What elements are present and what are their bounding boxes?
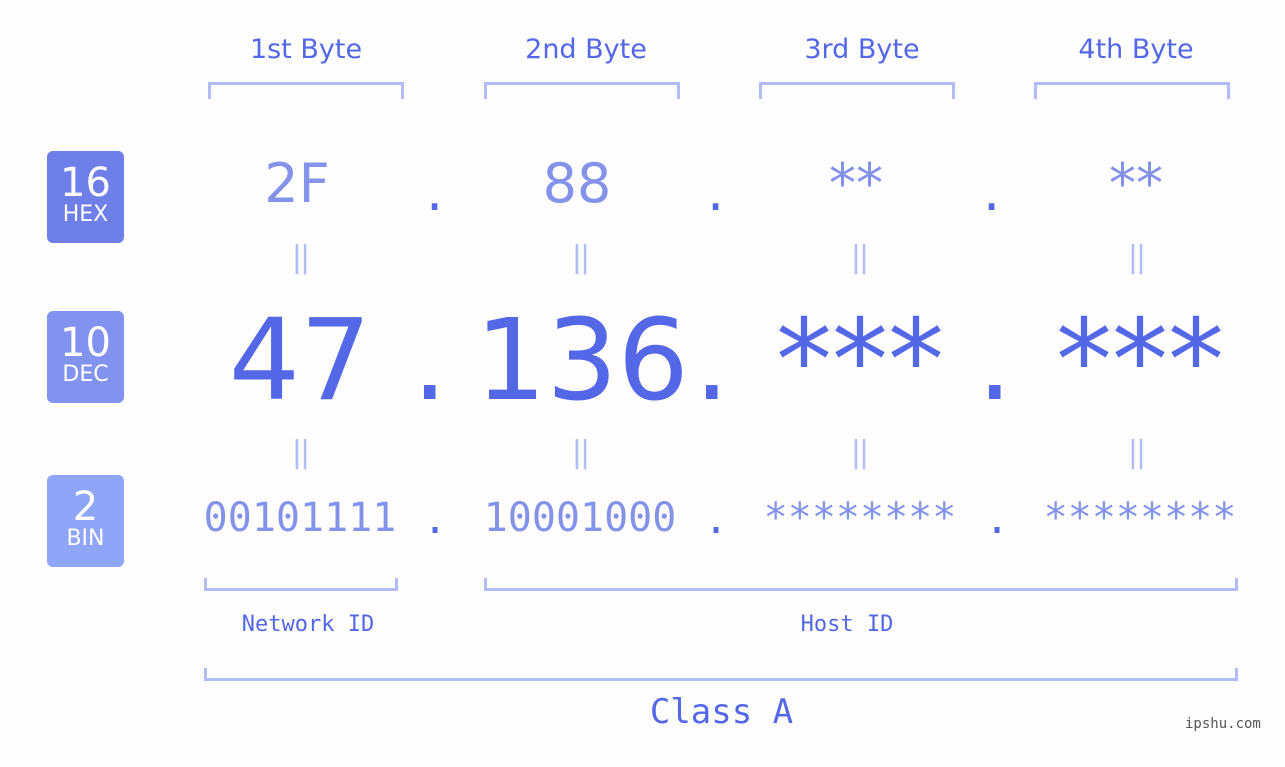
equals-sign: || [291, 240, 310, 275]
byte-header-1: 1st Byte [249, 34, 363, 65]
byte-bracket-4 [1034, 82, 1230, 99]
dec-badge-label: DEC [62, 362, 109, 387]
dec-badge-number: 10 [60, 320, 111, 366]
byte-bracket-1 [208, 82, 404, 99]
watermark: ipshu.com [1185, 716, 1261, 732]
byte-header-3: 3rd Byte [804, 34, 920, 65]
equals-sign: || [850, 240, 869, 275]
bin-byte-2: 10001000 [483, 495, 677, 541]
equals-sign: || [1127, 435, 1146, 470]
byte-header-4: 4th Byte [1078, 34, 1194, 65]
hex-byte-1: 2F [264, 152, 330, 215]
bin-badge: 2 BIN [47, 475, 124, 567]
dec-byte-3: *** [776, 296, 944, 426]
equals-sign: || [291, 435, 310, 470]
dec-separator: . [694, 296, 730, 426]
class-bracket [204, 668, 1238, 681]
host-id-label: Host ID [800, 612, 894, 637]
bin-byte-4: ******** [1043, 495, 1237, 541]
dec-separator: . [977, 296, 1013, 426]
bin-separator: . [704, 497, 729, 543]
dec-separator: . [412, 296, 448, 426]
hex-badge-label: HEX [62, 202, 109, 227]
hex-byte-3: ** [829, 152, 883, 215]
byte-bracket-3 [759, 82, 955, 99]
hex-byte-4: ** [1109, 152, 1163, 215]
bin-byte-1: 00101111 [203, 495, 397, 541]
network-id-bracket [204, 578, 398, 591]
hex-badge: 16 HEX [47, 151, 124, 243]
dec-byte-4: *** [1056, 296, 1224, 426]
bin-badge-number: 2 [72, 484, 99, 530]
equals-sign: || [571, 435, 590, 470]
equals-sign: || [850, 435, 869, 470]
bin-separator: . [985, 497, 1010, 543]
byte-bracket-2 [484, 82, 680, 99]
equals-sign: || [1127, 240, 1146, 275]
hex-separator: . [426, 160, 444, 223]
dec-badge: 10 DEC [47, 311, 124, 403]
equals-sign: || [571, 240, 590, 275]
dec-byte-2: 136 [475, 296, 689, 426]
network-id-label: Network ID [241, 612, 375, 637]
hex-separator: . [707, 160, 725, 223]
bin-badge-label: BIN [66, 526, 105, 551]
bin-separator: . [423, 497, 448, 543]
hex-byte-2: 88 [542, 152, 612, 215]
hex-badge-number: 16 [60, 160, 111, 206]
dec-byte-1: 47 [228, 296, 372, 426]
bin-byte-3: ******** [763, 495, 957, 541]
class-label: Class A [649, 692, 794, 732]
host-id-bracket [484, 578, 1238, 591]
byte-header-2: 2nd Byte [525, 34, 647, 65]
hex-separator: . [983, 160, 1001, 223]
